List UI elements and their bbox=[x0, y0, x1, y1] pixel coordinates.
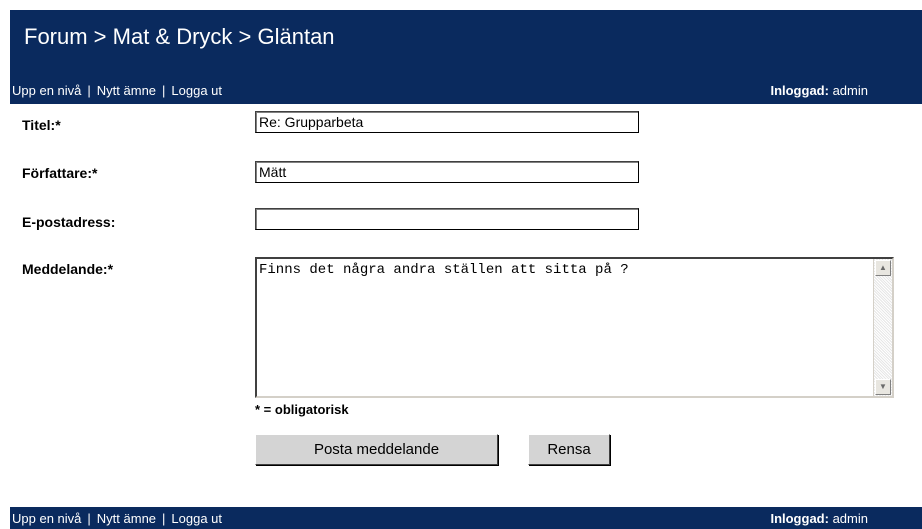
up-level-link[interactable]: Upp en nivå bbox=[12, 83, 81, 98]
logged-in-label: Inloggad: bbox=[770, 83, 829, 98]
logged-in-status: Inloggad: admin bbox=[770, 83, 868, 98]
logged-in-user: admin bbox=[832, 511, 868, 526]
header-bar: Forum > Mat & Dryck > Gläntan bbox=[10, 10, 922, 70]
logged-in-status: Inloggad: admin bbox=[770, 511, 868, 526]
title-label: Titel:* bbox=[22, 117, 61, 133]
new-topic-link[interactable]: Nytt ämne bbox=[97, 83, 156, 98]
new-topic-link[interactable]: Nytt ämne bbox=[97, 511, 156, 526]
reset-button[interactable]: Rensa bbox=[528, 434, 610, 465]
message-label: Meddelande:* bbox=[22, 261, 114, 277]
author-input[interactable] bbox=[255, 161, 639, 183]
top-nav-bar: Upp en nivå | Nytt ämne | Logga ut Inloggad:… bbox=[10, 70, 922, 104]
required-note: * = obligatorisk bbox=[255, 402, 349, 417]
nav-separator: | bbox=[162, 511, 166, 526]
page-frame: Forum > Mat & Dryck > Gläntan Upp en niv… bbox=[10, 10, 922, 529]
top-nav-links: Upp en nivå | Nytt ämne | Logga ut bbox=[12, 83, 222, 98]
email-input[interactable] bbox=[255, 208, 639, 230]
message-scrollbar[interactable]: ▲ ▼ bbox=[873, 259, 892, 396]
logged-in-label: Inloggad: bbox=[770, 511, 829, 526]
message-textarea-frame: Finns det några andra ställen att sitta … bbox=[255, 257, 894, 398]
bottom-nav-bar: Upp en nivå | Nytt ämne | Logga ut Inloggad:… bbox=[10, 507, 922, 529]
scroll-up-arrow-icon[interactable]: ▲ bbox=[875, 260, 891, 276]
scroll-down-arrow-icon[interactable]: ▼ bbox=[875, 379, 891, 395]
message-textarea[interactable]: Finns det några andra ställen att sitta … bbox=[257, 259, 874, 396]
email-label: E-postadress: bbox=[22, 214, 116, 230]
nav-separator: | bbox=[87, 511, 91, 526]
logout-link[interactable]: Logga ut bbox=[171, 83, 222, 98]
title-input[interactable] bbox=[255, 111, 639, 133]
author-label: Författare:* bbox=[22, 165, 98, 181]
nav-separator: | bbox=[87, 83, 91, 98]
logout-link[interactable]: Logga ut bbox=[171, 511, 222, 526]
nav-separator: | bbox=[162, 83, 166, 98]
logged-in-user: admin bbox=[832, 83, 868, 98]
up-level-link[interactable]: Upp en nivå bbox=[12, 511, 81, 526]
bottom-nav-links: Upp en nivå | Nytt ämne | Logga ut bbox=[12, 511, 222, 526]
post-message-button[interactable]: Posta meddelande bbox=[255, 434, 498, 465]
page-title: Forum > Mat & Dryck > Gläntan bbox=[24, 24, 335, 49]
